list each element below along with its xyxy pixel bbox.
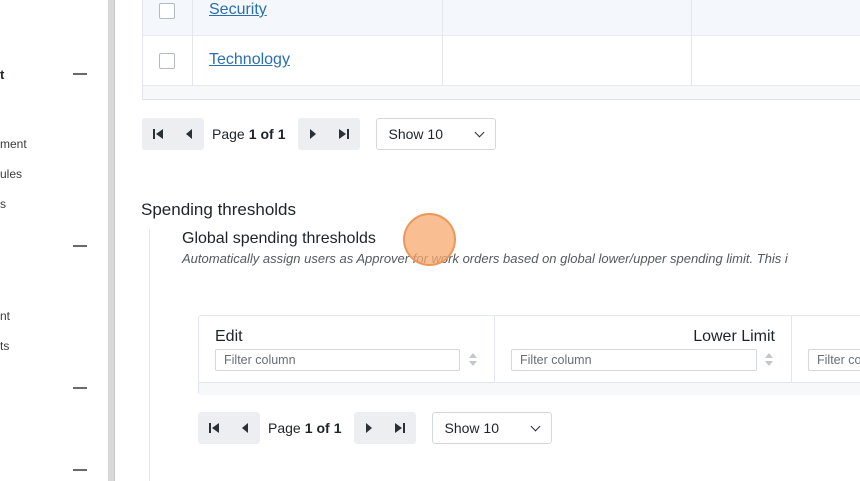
collapse-icon[interactable] <box>73 387 87 389</box>
page-size-select[interactable]: Show 10 <box>431 412 552 444</box>
last-page-button[interactable] <box>385 412 416 444</box>
first-page-button[interactable] <box>142 118 173 150</box>
row-checkbox[interactable] <box>159 3 175 19</box>
next-page-button[interactable] <box>354 412 385 444</box>
sidebar-item[interactable]: ts <box>0 339 9 353</box>
first-page-icon <box>152 129 163 139</box>
first-page-button[interactable] <box>198 412 229 444</box>
click-indicator <box>403 213 456 266</box>
prev-page-button[interactable] <box>229 412 260 444</box>
column-header-lower-limit: Lower Limit Filter column <box>495 316 792 382</box>
page-size-select[interactable]: Show 10 <box>375 118 496 150</box>
sidebar-resize-handle[interactable] <box>108 0 115 481</box>
main-content: Security Technology Page 1 of 1 Show 10 … <box>116 0 860 481</box>
sort-icon[interactable] <box>469 352 477 368</box>
filter-input[interactable]: Filter column <box>215 349 460 371</box>
first-page-icon <box>208 423 219 433</box>
collapse-icon[interactable] <box>73 469 87 471</box>
table-row: Security <box>143 0 860 36</box>
column-header-edit: Edit Filter column <box>199 316 495 382</box>
table-footer <box>199 382 860 395</box>
next-page-button[interactable] <box>298 118 329 150</box>
collapse-icon[interactable] <box>73 73 87 75</box>
sidebar-item[interactable]: ment <box>0 137 27 151</box>
subsection-description: Automatically assign users as Approver f… <box>182 251 788 266</box>
chevron-down-icon <box>530 421 540 431</box>
page-indicator: Page 1 of 1 <box>260 412 354 444</box>
prev-page-button[interactable] <box>173 118 204 150</box>
categories-pagination: Page 1 of 1 Show 10 <box>142 118 496 150</box>
table-row: Technology <box>143 36 860 86</box>
prev-page-icon <box>241 423 248 433</box>
sidebar: t ment ules s nt ts <box>0 0 108 481</box>
last-page-icon <box>395 423 406 433</box>
sidebar-item[interactable]: nt <box>0 309 10 323</box>
category-link[interactable]: Technology <box>209 51 290 69</box>
last-page-icon <box>339 129 350 139</box>
filter-input[interactable]: Filter co <box>808 349 860 371</box>
row-checkbox[interactable] <box>159 53 175 69</box>
subsection-title: Global spending thresholds <box>182 230 376 247</box>
collapse-icon[interactable] <box>73 245 87 247</box>
last-page-button[interactable] <box>329 118 360 150</box>
sidebar-item[interactable]: ules <box>0 167 22 181</box>
column-header-upper-limit: Filter co <box>792 316 860 382</box>
thresholds-pagination: Page 1 of 1 Show 10 <box>198 412 552 444</box>
chevron-down-icon <box>474 127 484 137</box>
next-page-icon <box>366 423 373 433</box>
sidebar-item[interactable]: s <box>0 197 6 211</box>
section-title: Spending thresholds <box>141 200 297 219</box>
table-footer <box>143 86 860 100</box>
category-link[interactable]: Security <box>209 1 267 19</box>
categories-table: Security Technology <box>142 0 860 100</box>
page-indicator: Page 1 of 1 <box>204 118 298 150</box>
sidebar-section-heading[interactable]: t <box>0 67 4 82</box>
prev-page-icon <box>185 129 192 139</box>
next-page-icon <box>310 129 317 139</box>
thresholds-table: Edit Filter column Lower Limit Filter co… <box>198 315 860 395</box>
filter-input[interactable]: Filter column <box>511 349 757 371</box>
sort-icon[interactable] <box>765 352 773 368</box>
